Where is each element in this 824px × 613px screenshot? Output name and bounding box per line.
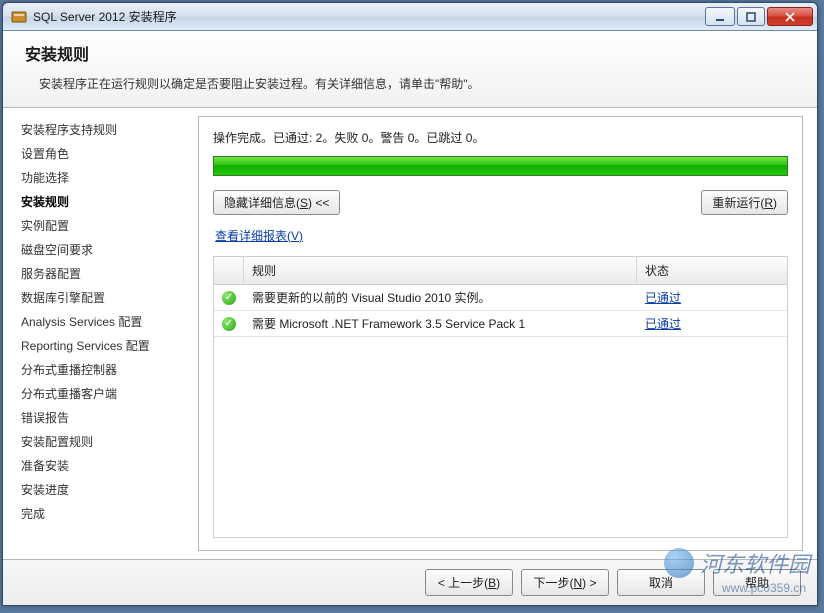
- titlebar[interactable]: SQL Server 2012 安装程序: [3, 3, 817, 31]
- sidebar-step-7[interactable]: 数据库引擎配置: [21, 286, 192, 310]
- minimize-button[interactable]: [705, 7, 735, 26]
- next-button[interactable]: 下一步(N) >: [521, 569, 609, 596]
- sidebar-step-5[interactable]: 磁盘空间要求: [21, 238, 192, 262]
- sidebar-step-12[interactable]: 错误报告: [21, 406, 192, 430]
- column-rule[interactable]: 规则: [244, 257, 637, 284]
- view-detailed-report-link[interactable]: 查看详细报表(V): [215, 227, 788, 244]
- rule-row: ✓需要 Microsoft .NET Framework 3.5 Service…: [214, 311, 787, 337]
- hide-details-button[interactable]: 隐藏详细信息(S) <<: [213, 190, 340, 215]
- page-title: 安装规则: [25, 41, 795, 65]
- sidebar-step-14[interactable]: 准备安装: [21, 454, 192, 478]
- operation-status: 操作完成。已通过: 2。失败 0。警告 0。已跳过 0。: [213, 129, 788, 146]
- back-button[interactable]: < 上一步(B): [425, 569, 513, 596]
- sidebar-step-4[interactable]: 实例配置: [21, 214, 192, 238]
- wizard-footer: < 上一步(B) 下一步(N) > 取消 帮助: [3, 559, 817, 605]
- maximize-button[interactable]: [737, 7, 765, 26]
- rule-row: ✓需要更新的以前的 Visual Studio 2010 实例。已通过: [214, 285, 787, 311]
- installer-window: SQL Server 2012 安装程序 安装规则 安装程序正在运行规则以确定是…: [2, 2, 818, 606]
- sidebar-step-1[interactable]: 设置角色: [21, 142, 192, 166]
- help-button[interactable]: 帮助: [713, 569, 801, 596]
- sidebar-step-8[interactable]: Analysis Services 配置: [21, 310, 192, 334]
- rule-status-link[interactable]: 已通过: [645, 317, 681, 331]
- sidebar-step-11[interactable]: 分布式重播客户端: [21, 382, 192, 406]
- cancel-button[interactable]: 取消: [617, 569, 705, 596]
- window-title: SQL Server 2012 安装程序: [33, 8, 705, 25]
- sidebar-step-9[interactable]: Reporting Services 配置: [21, 334, 192, 358]
- page-subtitle: 安装程序正在运行规则以确定是否要阻止安装过程。有关详细信息，请单击"帮助"。: [25, 75, 795, 93]
- rule-status-link[interactable]: 已通过: [645, 291, 681, 305]
- rule-name: 需要 Microsoft .NET Framework 3.5 Service …: [244, 311, 637, 336]
- sidebar-step-3[interactable]: 安装规则: [21, 190, 192, 214]
- sidebar-step-2[interactable]: 功能选择: [21, 166, 192, 190]
- page-header: 安装规则 安装程序正在运行规则以确定是否要阻止安装过程。有关详细信息，请单击"帮…: [3, 31, 817, 108]
- close-button[interactable]: [767, 7, 813, 26]
- sidebar-step-6[interactable]: 服务器配置: [21, 262, 192, 286]
- main-panel: 操作完成。已通过: 2。失败 0。警告 0。已跳过 0。 隐藏详细信息(S) <…: [198, 116, 803, 551]
- status-ok-icon: ✓: [214, 317, 244, 331]
- sidebar-step-13[interactable]: 安装配置规则: [21, 430, 192, 454]
- sidebar-step-16[interactable]: 完成: [21, 502, 192, 526]
- progress-bar: [213, 156, 788, 176]
- column-status[interactable]: 状态: [637, 257, 787, 284]
- rule-name: 需要更新的以前的 Visual Studio 2010 实例。: [244, 285, 637, 310]
- rules-table-header: 规则 状态: [214, 256, 787, 285]
- rules-table: 规则 状态 ✓需要更新的以前的 Visual Studio 2010 实例。已通…: [213, 256, 788, 538]
- app-icon: [11, 9, 27, 25]
- sidebar-step-0[interactable]: 安装程序支持规则: [21, 118, 192, 142]
- steps-sidebar: 安装程序支持规则设置角色功能选择安装规则实例配置磁盘空间要求服务器配置数据库引擎…: [3, 108, 198, 559]
- status-ok-icon: ✓: [214, 291, 244, 305]
- sidebar-step-10[interactable]: 分布式重播控制器: [21, 358, 192, 382]
- rerun-button[interactable]: 重新运行(R): [701, 190, 788, 215]
- sidebar-step-15[interactable]: 安装进度: [21, 478, 192, 502]
